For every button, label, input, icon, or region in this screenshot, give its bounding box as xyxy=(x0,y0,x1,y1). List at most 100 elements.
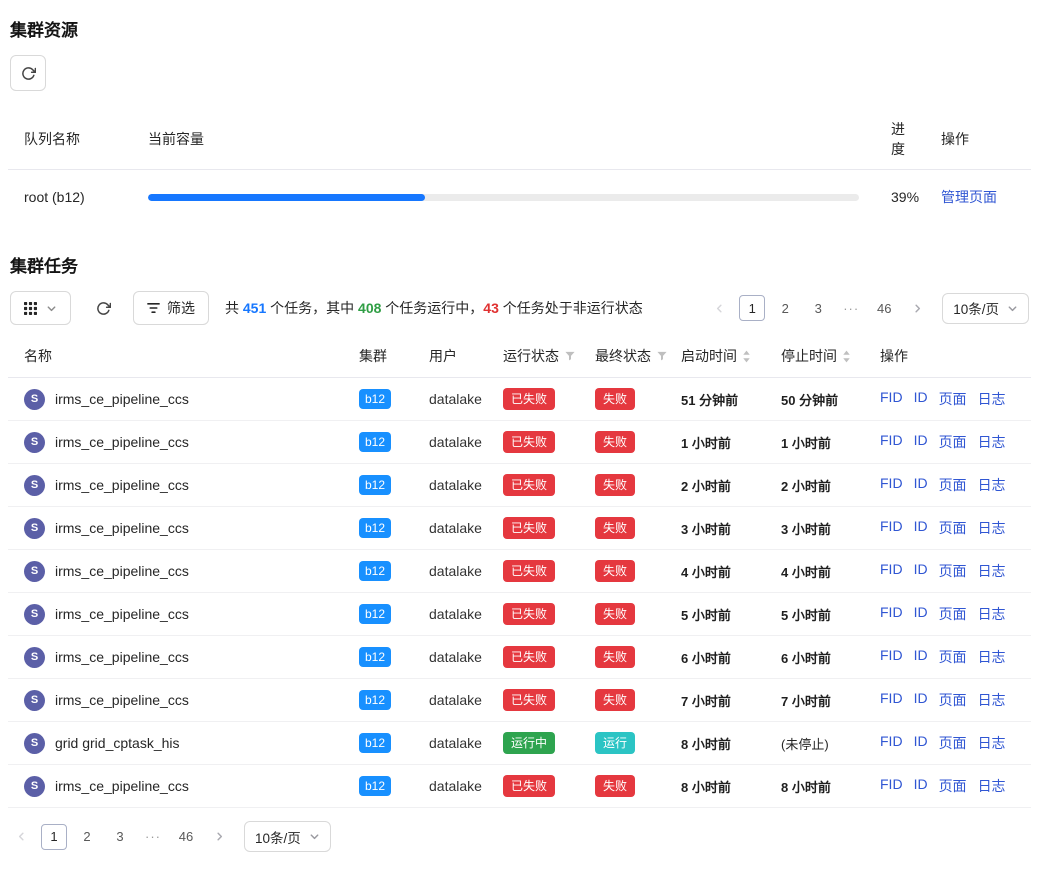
id-link[interactable]: ID xyxy=(914,475,928,495)
avatar: S xyxy=(24,389,45,410)
prev-page-button[interactable] xyxy=(8,824,34,850)
id-link[interactable]: ID xyxy=(914,604,928,624)
filter-button[interactable]: 筛选 xyxy=(133,291,209,325)
fid-link[interactable]: FID xyxy=(880,776,903,796)
page-link[interactable]: 页面 xyxy=(939,647,967,667)
cluster-badge: b12 xyxy=(359,647,391,667)
next-page-button[interactable] xyxy=(206,824,232,850)
col-cluster: 集群 xyxy=(343,335,413,377)
prev-page-button[interactable] xyxy=(706,295,732,321)
id-link[interactable]: ID xyxy=(914,647,928,667)
sorter-icon[interactable] xyxy=(842,350,851,363)
id-link[interactable]: ID xyxy=(914,518,928,538)
fid-link[interactable]: FID xyxy=(880,518,903,538)
page-button-3[interactable]: 3 xyxy=(107,824,133,850)
start-time: 8 小时前 xyxy=(665,724,765,763)
resources-refresh-button[interactable] xyxy=(10,55,46,91)
log-link[interactable]: 日志 xyxy=(978,389,1006,409)
page-size-select[interactable]: 10条/页 xyxy=(942,293,1029,324)
page-button-2[interactable]: 2 xyxy=(772,295,798,321)
page-button-last[interactable]: 46 xyxy=(871,295,897,321)
page-link[interactable]: 页面 xyxy=(939,604,967,624)
chevron-right-icon xyxy=(214,831,225,842)
page-link[interactable]: 页面 xyxy=(939,475,967,495)
page-link[interactable]: 页面 xyxy=(939,690,967,710)
task-name: irms_ce_pipeline_ccs xyxy=(55,563,189,579)
page-button-1[interactable]: 1 xyxy=(739,295,765,321)
page-link[interactable]: 页面 xyxy=(939,776,967,796)
col-current-capacity: 当前容量 xyxy=(132,119,875,159)
page-ellipsis[interactable]: ··· xyxy=(140,824,166,850)
page-link[interactable]: 页面 xyxy=(939,432,967,452)
log-link[interactable]: 日志 xyxy=(978,776,1006,796)
log-link[interactable]: 日志 xyxy=(978,561,1006,581)
id-link[interactable]: ID xyxy=(914,776,928,796)
page-button-3[interactable]: 3 xyxy=(805,295,831,321)
cluster-badge: b12 xyxy=(359,733,391,753)
chevron-right-icon xyxy=(912,303,923,314)
manage-page-link[interactable]: 管理页面 xyxy=(941,189,997,205)
run-status-badge: 已失败 xyxy=(503,388,555,410)
page-link[interactable]: 页面 xyxy=(939,561,967,581)
task-name: irms_ce_pipeline_ccs xyxy=(55,649,189,665)
page-button-last[interactable]: 46 xyxy=(173,824,199,850)
filter-funnel-icon[interactable] xyxy=(565,351,575,361)
avatar: S xyxy=(24,518,45,539)
capacity-progress-fill xyxy=(148,194,425,201)
sorter-icon[interactable] xyxy=(742,350,751,363)
stop-time: 3 小时前 xyxy=(765,509,864,548)
fid-link[interactable]: FID xyxy=(880,389,903,409)
log-link[interactable]: 日志 xyxy=(978,475,1006,495)
col-final-status: 最终状态 xyxy=(579,335,665,377)
page-button-1[interactable]: 1 xyxy=(41,824,67,850)
avatar: S xyxy=(24,475,45,496)
col-progress: 进度 xyxy=(875,109,925,169)
user-name: datalake xyxy=(413,596,487,632)
fid-link[interactable]: FID xyxy=(880,604,903,624)
progress-percent: 39% xyxy=(875,172,925,222)
tasks-refresh-button[interactable] xyxy=(89,291,117,325)
user-name: datalake xyxy=(413,510,487,546)
id-link[interactable]: ID xyxy=(914,733,928,753)
log-link[interactable]: 日志 xyxy=(978,690,1006,710)
pagination-top: 1 2 3 ··· 46 10条/页 xyxy=(706,293,1029,324)
fid-link[interactable]: FID xyxy=(880,690,903,710)
task-name: grid grid_cptask_his xyxy=(55,735,180,751)
log-link[interactable]: 日志 xyxy=(978,432,1006,452)
log-link[interactable]: 日志 xyxy=(978,518,1006,538)
id-link[interactable]: ID xyxy=(914,432,928,452)
final-status-badge: 失败 xyxy=(595,560,635,582)
fid-link[interactable]: FID xyxy=(880,475,903,495)
id-link[interactable]: ID xyxy=(914,561,928,581)
page-link[interactable]: 页面 xyxy=(939,733,967,753)
id-link[interactable]: ID xyxy=(914,389,928,409)
avatar: S xyxy=(24,690,45,711)
page-ellipsis[interactable]: ··· xyxy=(838,295,864,321)
task-name: irms_ce_pipeline_ccs xyxy=(55,520,189,536)
final-status-badge: 失败 xyxy=(595,517,635,539)
avatar: S xyxy=(24,432,45,453)
final-status-badge: 失败 xyxy=(595,603,635,625)
fid-link[interactable]: FID xyxy=(880,432,903,452)
view-settings-button[interactable] xyxy=(10,291,71,325)
task-count-running: 408 xyxy=(358,300,381,316)
stop-time: 8 小时前 xyxy=(765,767,864,806)
fid-link[interactable]: FID xyxy=(880,647,903,667)
table-row: S irms_ce_pipeline_ccs b12 datalake 已失败 … xyxy=(8,550,1031,593)
id-link[interactable]: ID xyxy=(914,690,928,710)
chevron-left-icon xyxy=(16,831,27,842)
page-size-select[interactable]: 10条/页 xyxy=(244,821,331,852)
run-status-badge: 已失败 xyxy=(503,517,555,539)
log-link[interactable]: 日志 xyxy=(978,647,1006,667)
log-link[interactable]: 日志 xyxy=(978,604,1006,624)
user-name: datalake xyxy=(413,467,487,503)
fid-link[interactable]: FID xyxy=(880,561,903,581)
page-link[interactable]: 页面 xyxy=(939,518,967,538)
table-row: S irms_ce_pipeline_ccs b12 datalake 已失败 … xyxy=(8,593,1031,636)
page-button-2[interactable]: 2 xyxy=(74,824,100,850)
next-page-button[interactable] xyxy=(904,295,930,321)
task-name: irms_ce_pipeline_ccs xyxy=(55,391,189,407)
page-link[interactable]: 页面 xyxy=(939,389,967,409)
fid-link[interactable]: FID xyxy=(880,733,903,753)
log-link[interactable]: 日志 xyxy=(978,733,1006,753)
